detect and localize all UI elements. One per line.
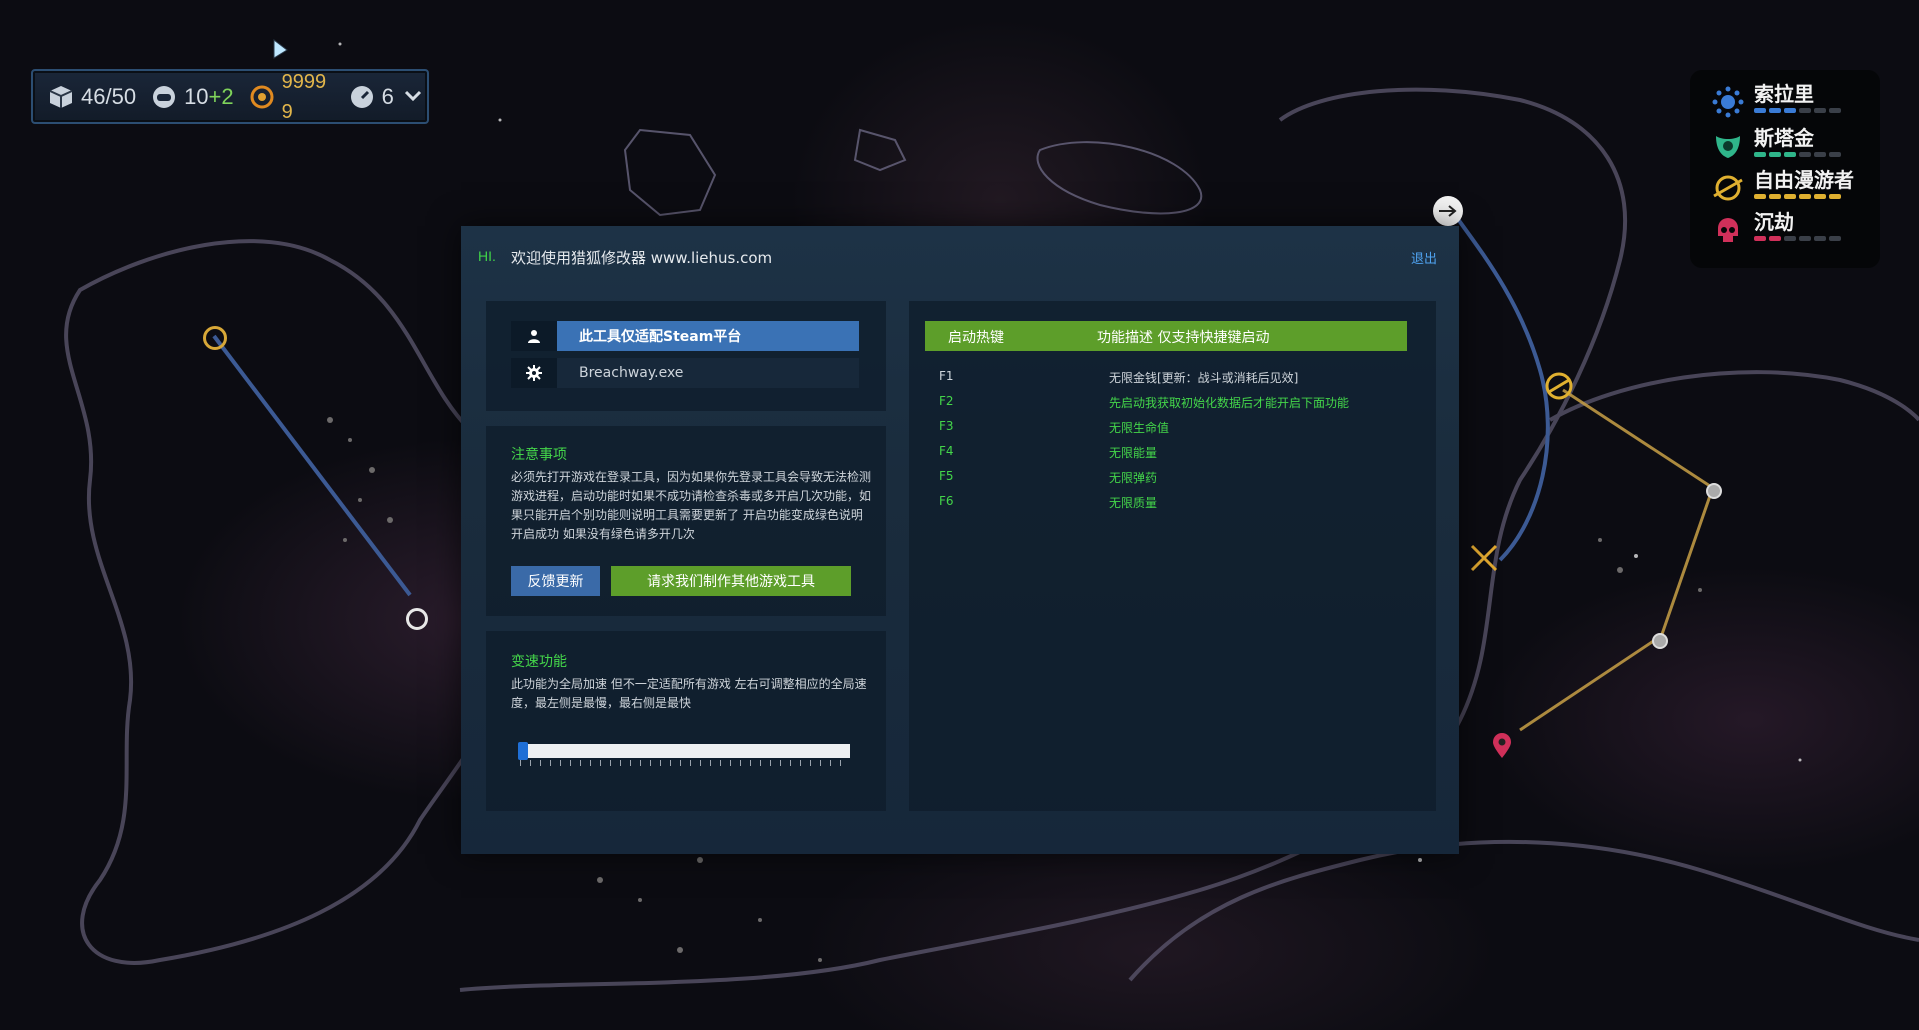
sector-border <box>1128 839 1919 982</box>
speed-title: 变速功能 <box>511 654 567 670</box>
credits-value: 99999 <box>281 70 327 123</box>
freewanderer-station-icon[interactable] <box>1543 370 1575 402</box>
node-grey[interactable] <box>1706 483 1722 499</box>
reputation-bar <box>1754 152 1841 157</box>
route-line <box>1658 489 1714 641</box>
speed-panel: 变速功能 此功能为全局加速 但不一定适配所有游戏 左右可调整相应的全局速度，最左… <box>486 631 886 811</box>
credits-coin-icon <box>248 83 276 111</box>
route-line <box>212 334 412 597</box>
exit-arrow-icon[interactable] <box>1433 196 1463 226</box>
hotkey-description: 无限能量 <box>1109 446 1158 460</box>
fuel-gauge-icon <box>348 83 376 111</box>
faction-solari[interactable]: 索拉里 <box>1710 84 1841 120</box>
description-column-header: 功能描述 仅支持快捷键启动 <box>1097 330 1270 346</box>
faction-name: 斯塔金 <box>1754 128 1814 150</box>
process-row: Breachway.exe <box>511 358 859 388</box>
hotkey-description: 无限生命值 <box>1109 421 1170 435</box>
notes-text: 必须先打开游戏在登录工具，因为如果你先登录工具会导致无法检测游戏进程，启动功能时… <box>511 470 872 541</box>
hotkey-row[interactable]: F5 无限弹药 <box>939 469 1399 489</box>
notes-title: 注意事项 <box>511 447 567 463</box>
faction-free-wanderers[interactable]: 自由漫游者 <box>1710 170 1854 206</box>
process-name: Breachway.exe <box>557 358 859 388</box>
cargo-box-icon <box>47 83 75 111</box>
node-grey[interactable] <box>1652 633 1668 649</box>
hi-label: HI. <box>478 248 496 264</box>
hotkey-key: F1 <box>939 369 954 383</box>
freewanderer-ring-icon <box>1713 175 1743 201</box>
hotkey-key: F4 <box>939 444 954 458</box>
hotkey-key: F2 <box>939 394 954 408</box>
hotkey-row[interactable]: F2 先启动我获取初始化数据后才能开启下面功能 <box>939 394 1399 414</box>
crew-stat: 10 +2 <box>150 83 234 111</box>
trainer-header: HI. 欢迎使用猎狐修改器 www.liehus.com 退出 <box>461 226 1459 280</box>
hotkey-row[interactable]: F3 无限生命值 <box>939 419 1399 439</box>
skull-icon <box>1718 218 1738 242</box>
chevron-down-icon[interactable] <box>404 85 422 108</box>
planet-outline <box>853 128 907 172</box>
hotkey-key: F6 <box>939 494 954 508</box>
user-icon <box>511 321 557 351</box>
hotkey-row[interactable]: F4 无限能量 <box>939 444 1399 464</box>
faction-name: 自由漫游者 <box>1754 170 1854 192</box>
gear-icon <box>511 358 557 388</box>
route-line <box>1562 388 1714 490</box>
slider-ticks <box>520 760 850 766</box>
hotkeys-header: 启动热键 功能描述 仅支持快捷键启动 <box>925 321 1407 351</box>
location-pin-icon[interactable] <box>1491 733 1513 759</box>
faction-name: 索拉里 <box>1754 84 1814 106</box>
cargo-stat: 46/50 <box>47 83 136 111</box>
logout-button[interactable]: 退出 <box>1411 248 1437 267</box>
faction-stakin[interactable]: 斯塔金 <box>1710 128 1841 164</box>
cargo-value: 46/50 <box>81 83 137 109</box>
credits-stat: 99999 <box>248 67 334 127</box>
planet-outline <box>623 128 717 217</box>
hotkey-description: 无限金钱[更新：战斗或消耗后见效] <box>1109 371 1299 385</box>
hotkey-description: 先启动我获取初始化数据后才能开启下面功能 <box>1109 396 1350 410</box>
speed-text: 此功能为全局加速 但不一定适配所有游戏 左右可调整相应的全局速度，最左侧是最慢，… <box>511 677 867 710</box>
reputation-bar <box>1754 236 1841 241</box>
hotkey-column-header: 启动热键 <box>948 330 1004 346</box>
platform-row: 此工具仅适配Steam平台 <box>511 321 859 351</box>
mouse-cursor-icon <box>273 38 289 61</box>
route-line <box>1453 213 1550 562</box>
star-node-yellow[interactable] <box>203 326 227 350</box>
solari-sun-icon <box>1712 86 1744 118</box>
hotkey-description: 无限弹药 <box>1109 471 1158 485</box>
fuel-value: 6 <box>381 83 394 109</box>
hotkey-row[interactable]: F1 无限金钱[更新：战斗或消耗后见效] <box>939 369 1399 389</box>
trainer-window: HI. 欢迎使用猎狐修改器 www.liehus.com 退出 此工具仅适配St… <box>461 226 1459 854</box>
close-cross-icon[interactable] <box>1468 542 1500 574</box>
stakin-crest-icon <box>1716 136 1740 158</box>
faction-sink[interactable]: 沉劫 <box>1710 212 1841 248</box>
request-tools-button[interactable]: 请求我们制作其他游戏工具 <box>611 566 851 596</box>
reputation-bar <box>1754 108 1841 113</box>
route-line <box>1519 638 1656 732</box>
hotkey-row[interactable]: F6 无限质量 <box>939 494 1399 514</box>
hotkey-key: F5 <box>939 469 954 483</box>
star-node-white[interactable] <box>406 608 428 630</box>
crew-bonus: +2 <box>208 83 234 109</box>
feedback-button[interactable]: 反馈更新 <box>511 566 600 596</box>
reputation-bar <box>1754 194 1841 199</box>
fuel-stat: 6 <box>348 83 394 111</box>
notes-panel: 注意事项 必须先打开游戏在登录工具，因为如果你先登录工具会导致无法检测游戏进程，… <box>486 426 886 616</box>
hotkeys-panel: 启动热键 功能描述 仅支持快捷键启动 F1 无限金钱[更新：战斗或消耗后见效] F2… <box>909 301 1436 811</box>
crew-helmet-icon <box>150 83 178 111</box>
resource-bar: 46/50 10 +2 99999 6 <box>31 69 429 124</box>
hotkey-key: F3 <box>939 419 954 433</box>
info-panel: 此工具仅适配Steam平台 Breachway.exe <box>486 301 886 411</box>
sector-border <box>64 239 513 965</box>
welcome-text: 欢迎使用猎狐修改器 www.liehus.com <box>511 249 773 267</box>
hotkey-description: 无限质量 <box>1109 496 1158 510</box>
sector-border <box>1549 370 1919 422</box>
speed-slider-thumb[interactable] <box>518 742 528 760</box>
faction-name: 沉劫 <box>1754 212 1794 234</box>
planet-outline <box>1036 141 1203 215</box>
speed-slider[interactable] <box>518 742 850 760</box>
faction-reputation-panel: 索拉里 斯塔金 自由漫游者 沉劫 <box>1690 70 1880 268</box>
platform-label: 此工具仅适配Steam平台 <box>557 321 859 351</box>
crew-value: 10 <box>184 83 209 109</box>
